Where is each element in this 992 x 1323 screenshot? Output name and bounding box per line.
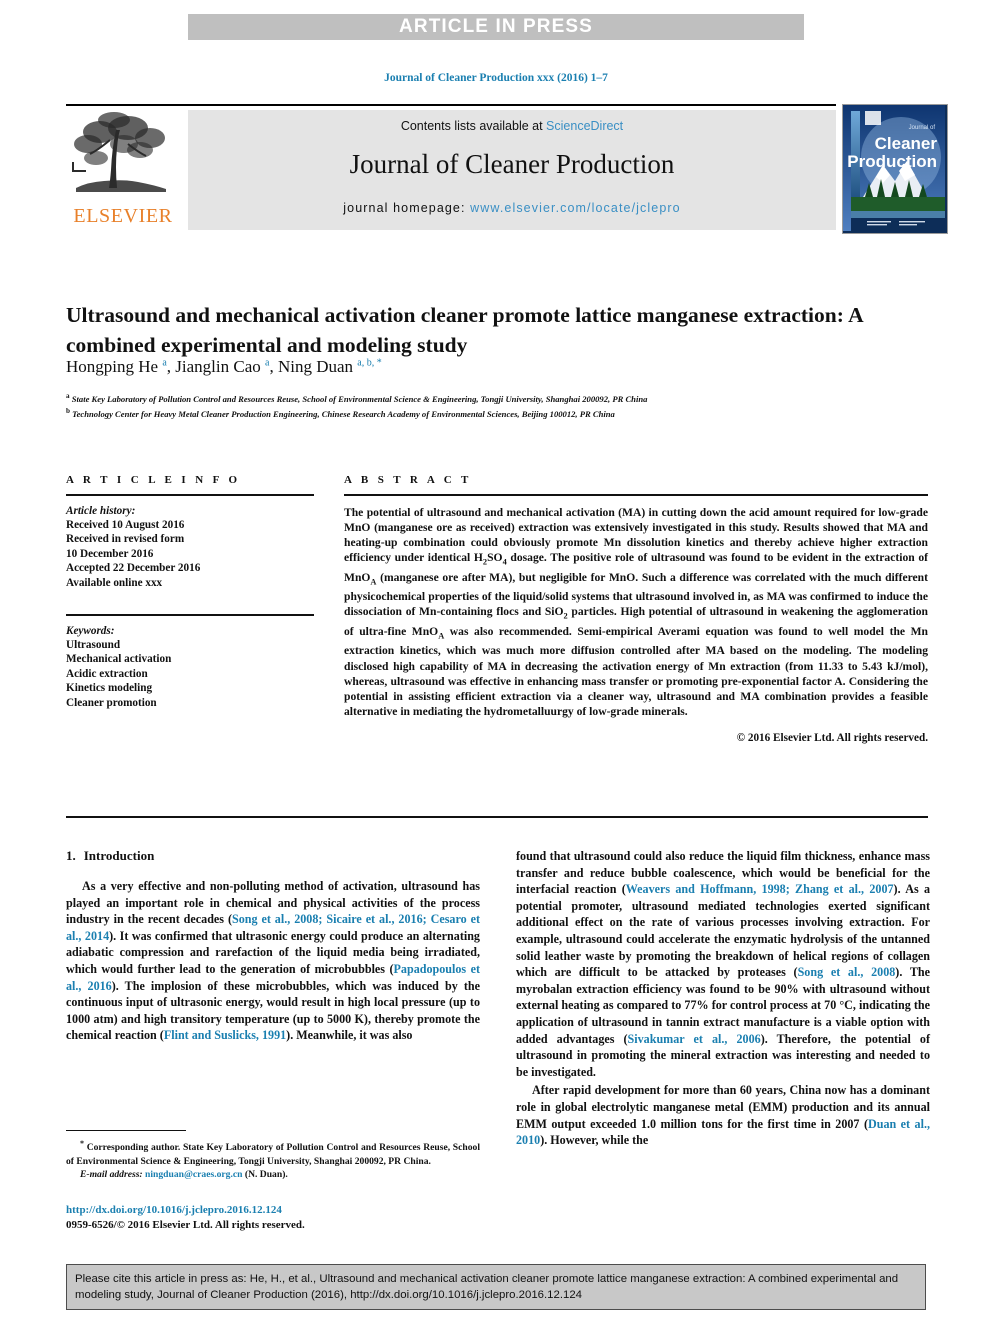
section-number: 1. [66, 848, 76, 863]
svg-text:Journal of: Journal of [909, 125, 936, 131]
elsevier-logo: ELSEVIER [66, 110, 180, 230]
keywords-label: Keywords: [66, 624, 115, 637]
affiliation-a: a State Key Laboratory of Pollution Cont… [66, 392, 648, 404]
keywords-rule [66, 614, 314, 616]
abstract-panel: A B S T R A C T The potential of ultraso… [344, 474, 928, 744]
keyword-item: Ultrasound [66, 639, 121, 652]
body-column-right: found that ultrasound could also reduce … [516, 848, 930, 1151]
article-history-label: Article history: [66, 504, 136, 517]
svg-text:Cleaner: Cleaner [875, 134, 938, 153]
corresponding-author-note: * Corresponding author. State Key Labora… [66, 1139, 480, 1167]
elsevier-tree-icon [66, 110, 180, 202]
keywords-block: Keywords: Ultrasound Mechanical activati… [66, 624, 314, 710]
article-info-panel: A R T I C L E I N F O Article history: R… [66, 474, 314, 710]
contents-prefix: Contents lists available at [400, 119, 547, 133]
abstract-copyright: © 2016 Elsevier Ltd. All rights reserved… [736, 732, 928, 745]
keyword-item: Kinetics modeling [66, 682, 153, 695]
issn-copyright-line: 0959-6526/© 2016 Elsevier Ltd. All right… [66, 1218, 305, 1231]
affiliation-b-text: Technology Center for Heavy Metal Cleane… [72, 408, 615, 419]
journal-masthead: ELSEVIER Contents lists available at Sci… [66, 104, 948, 234]
history-item: Received in revised form [66, 533, 185, 546]
body-column-left: 1. Introduction As a very effective and n… [66, 848, 480, 1046]
abstract-heading: A B S T R A C T [344, 474, 472, 486]
paragraph: After rapid development for more than 60… [516, 1083, 930, 1148]
keyword-item: Acidic extraction [66, 667, 148, 680]
email-note: E-mail address: ningduan@craes.org.cn (N… [66, 1168, 480, 1181]
abstract-band-bottom-rule [66, 816, 928, 818]
journal-homepage-line: journal homepage: www.elsevier.com/locat… [343, 201, 680, 215]
history-item: 10 December 2016 [66, 547, 154, 560]
paragraph: As a very effective and non-polluting me… [66, 879, 481, 1043]
section-title: Introduction [83, 848, 155, 863]
article-info-heading: A R T I C L E I N F O [66, 474, 241, 486]
journal-title: Journal of Cleaner Production [349, 149, 675, 179]
email-label: E-mail address: [80, 1168, 143, 1180]
running-head: Journal of Cleaner Production xxx (2016)… [384, 72, 608, 84]
article-in-press-label: ARTICLE IN PRESS [399, 16, 593, 37]
journal-band: Contents lists available at ScienceDirec… [188, 110, 836, 230]
article-history-block: Article history: Received 10 August 2016… [66, 504, 314, 590]
keyword-item: Cleaner promotion [66, 696, 157, 709]
journal-cover-thumbnail: Journal of Cleaner Production [842, 104, 948, 234]
contents-available-line: Contents lists available at ScienceDirec… [401, 119, 623, 133]
footnote-rule [66, 1130, 186, 1132]
homepage-url-link[interactable]: www.elsevier.com/locate/jclepro [470, 201, 681, 215]
affiliation-a-text: State Key Laboratory of Pollution Contro… [71, 393, 648, 404]
author-list: Hongping He a, Jianglin Cao a, Ning Duan… [66, 357, 382, 376]
doi-link[interactable]: http://dx.doi.org/10.1016/j.jclepro.2016… [66, 1203, 480, 1218]
affiliation-b: b Technology Center for Heavy Metal Clea… [66, 407, 615, 419]
page-title: Ultrasound and mechanical activation cle… [66, 303, 863, 358]
section-heading-introduction: 1. Introduction [66, 848, 480, 864]
sciencedirect-link[interactable]: ScienceDirect [546, 119, 623, 133]
cite-this-article-text: Please cite this article in press as: He… [75, 1273, 899, 1301]
article-in-press-banner: ARTICLE IN PRESS [188, 14, 804, 40]
paragraph: found that ultrasound could also reduce … [516, 849, 930, 1079]
abstract-rule [344, 494, 928, 496]
masthead-top-rule [66, 104, 836, 106]
footnote-block: * Corresponding author. State Key Labora… [66, 1130, 480, 1232]
keyword-item: Mechanical activation [66, 653, 172, 666]
article-info-rule [66, 494, 314, 496]
history-item: Available online xxx [66, 576, 163, 589]
email-link[interactable]: ningduan@craes.org.cn [145, 1169, 242, 1180]
email-owner: (N. Duan). [244, 1168, 288, 1180]
homepage-prefix: journal homepage: [343, 201, 471, 215]
history-item: Accepted 22 December 2016 [66, 562, 201, 575]
svg-text:Production: Production [847, 152, 937, 171]
cite-this-article-box: Please cite this article in press as: He… [66, 1264, 926, 1310]
affiliation-list: a State Key Laboratory of Pollution Cont… [66, 390, 886, 420]
history-item: Received 10 August 2016 [66, 519, 185, 531]
elsevier-wordmark: ELSEVIER [73, 205, 173, 227]
abstract-text: The potential of ultrasound and mechanic… [344, 505, 929, 719]
